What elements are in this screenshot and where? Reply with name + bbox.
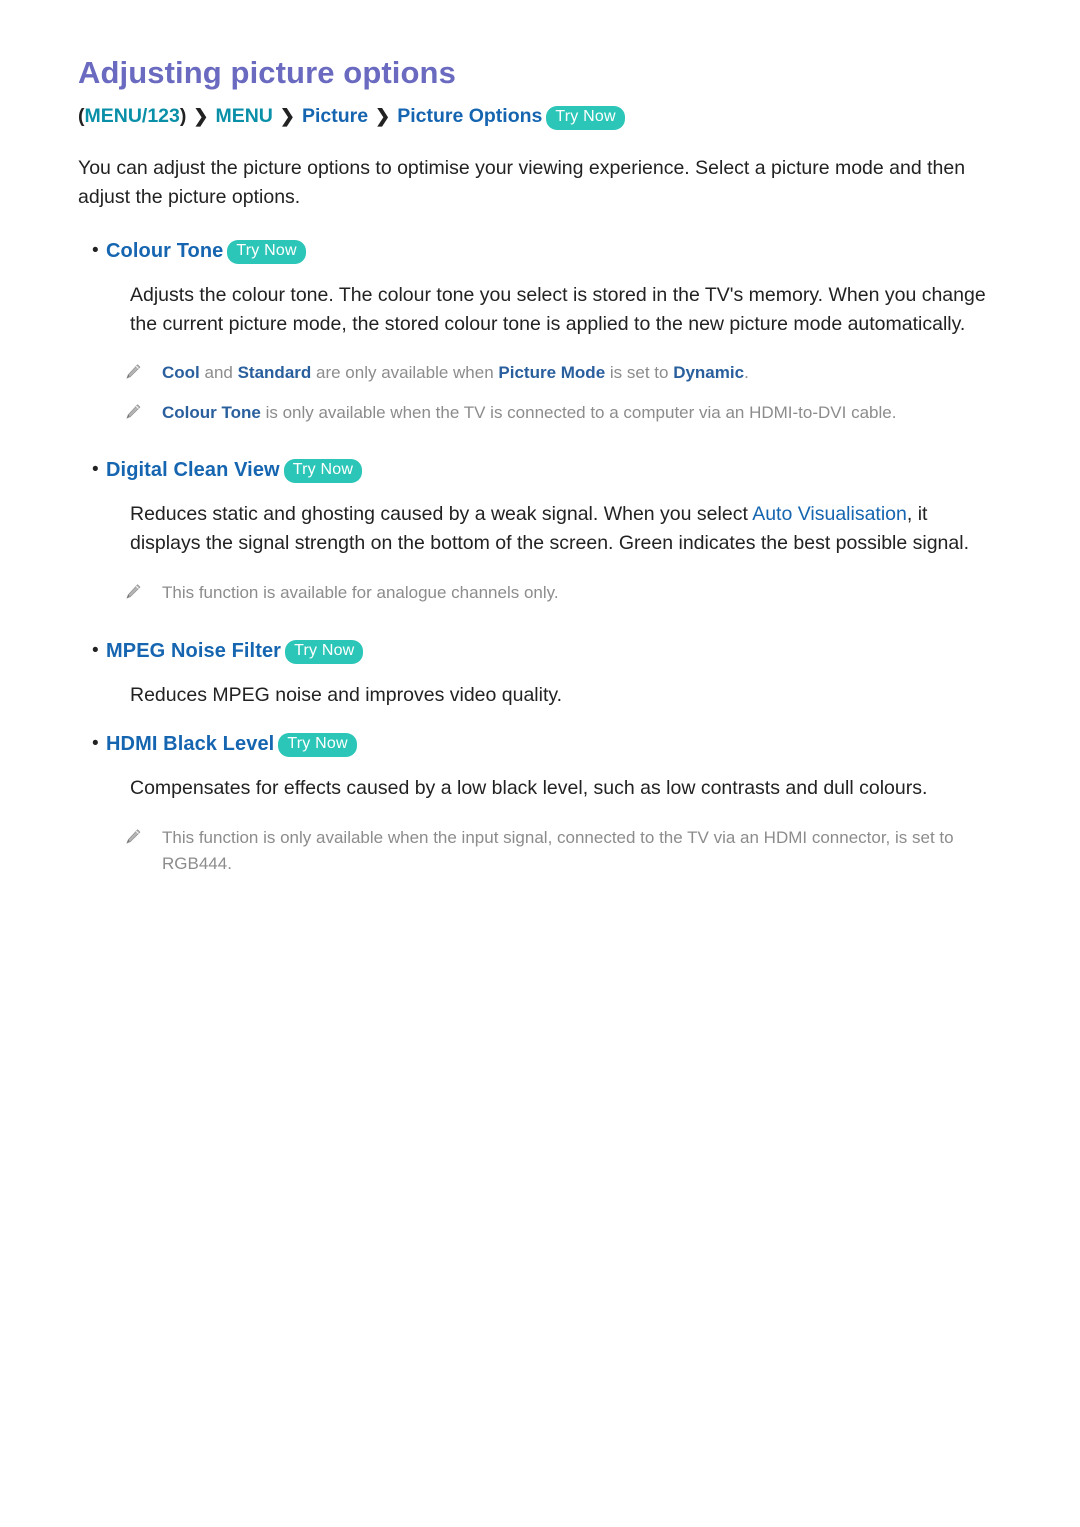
section-title: Digital Clean View Try Now — [106, 457, 363, 484]
page-title: Adjusting picture options — [78, 55, 456, 90]
section-title-text: MPEG Noise Filter — [106, 639, 282, 662]
section-heading-hdmi-black-level: HDMI Black LevelTry Now — [78, 731, 1002, 758]
note-term: Standard — [237, 363, 312, 383]
note-term: Colour Tone — [162, 402, 261, 422]
note-term: Dynamic — [673, 363, 745, 383]
section-heading-digital-clean-view: Digital Clean ViewTry Now — [78, 457, 1002, 484]
breadcrumb-item-menu123[interactable]: MENU/123 — [85, 105, 180, 127]
pencil-icon — [124, 400, 162, 421]
breadcrumb: (MENU/123) ❯ MENU ❯ Picture ❯ Picture Options T… — [78, 103, 1002, 130]
note-text: Colour Tone is only available when the T… — [162, 400, 896, 426]
note-fragment: is only available when the TV is connect… — [260, 402, 897, 422]
intro-paragraph: You can adjust the picture options to op… — [78, 156, 966, 208]
section-body-digital-clean-view: Reduces static and ghosting caused by a … — [78, 500, 1002, 558]
note-row: This function is only available when the… — [78, 825, 1002, 876]
section-title-text: Colour Tone — [106, 239, 224, 262]
breadcrumb-separator-icon: ❯ — [279, 105, 295, 126]
bullet-icon — [78, 638, 106, 664]
note-text: This function is available for analogue … — [162, 583, 559, 603]
note-fragment: and — [199, 363, 238, 383]
bullet-icon — [78, 457, 106, 483]
breadcrumb-separator-icon: ❯ — [375, 105, 391, 126]
document-page: Adjusting picture options (MENU/123) ❯ MEN… — [0, 0, 1080, 1527]
breadcrumb-close-paren: ) — [179, 104, 187, 127]
section-title: MPEG Noise Filter Try Now — [106, 638, 364, 665]
section-body-mpeg-noise-filter: Reduces MPEG noise and improves video qu… — [130, 683, 563, 706]
section-title: Colour Tone Try Now — [106, 238, 306, 265]
section-body-hdmi-black-level: Compensates for effects caused by a low … — [130, 777, 928, 800]
pencil-icon — [124, 360, 162, 381]
breadcrumb-item-picture-options[interactable]: Picture Options — [397, 105, 542, 127]
bullet-icon — [78, 731, 106, 757]
note-text: This function is only available when the… — [162, 828, 954, 873]
try-now-badge[interactable]: Try Now — [278, 733, 357, 758]
note-fragment: are only available when — [311, 363, 499, 383]
try-now-badge[interactable]: Try Now — [227, 239, 306, 264]
note-term: Picture Mode — [498, 363, 606, 383]
try-now-badge[interactable]: Try Now — [546, 105, 625, 130]
section-body-colour-tone: Adjusts the colour tone. The colour tone… — [130, 283, 986, 335]
section-title: HDMI Black Level Try Now — [106, 731, 357, 758]
note-fragment: . — [744, 363, 749, 383]
breadcrumb-separator-icon: ❯ — [193, 105, 209, 126]
section-heading-colour-tone: Colour ToneTry Now — [78, 238, 1002, 265]
body-highlight-term: Auto Visualisation — [752, 503, 907, 526]
breadcrumb-item-menu[interactable]: MENU — [215, 105, 272, 127]
note-row: Cool and Standard are only available whe… — [78, 360, 1002, 386]
pencil-icon — [124, 825, 162, 846]
try-now-badge[interactable]: Try Now — [285, 639, 364, 664]
note-term: Cool — [162, 363, 200, 383]
note-text: Cool and Standard are only available whe… — [162, 360, 749, 386]
breadcrumb-item-picture[interactable]: Picture — [302, 105, 368, 127]
try-now-badge[interactable]: Try Now — [283, 459, 363, 484]
note-fragment: is set to — [605, 363, 674, 383]
pencil-icon — [124, 580, 162, 601]
body-fragment: Reduces static and ghosting caused by a … — [130, 503, 753, 526]
note-row: Colour Tone is only available when the T… — [78, 400, 1002, 426]
bullet-icon — [78, 238, 106, 264]
section-title-text: Digital Clean View — [106, 459, 280, 482]
section-title-text: HDMI Black Level — [106, 733, 275, 756]
section-heading-mpeg-noise-filter: MPEG Noise FilterTry Now — [78, 638, 1002, 665]
note-row: This function is available for analogue … — [78, 580, 1002, 606]
